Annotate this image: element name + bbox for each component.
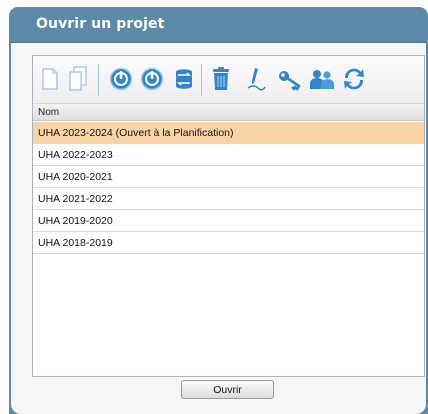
edit-button[interactable] [243,66,269,92]
pencil-icon [244,66,268,92]
project-name: UHA 2021-2022 [38,193,113,205]
activate-button[interactable] [108,66,134,92]
project-list-panel: Nom UHA 2023-2024 (Ouvert à la Planifica… [32,55,425,377]
project-row[interactable]: UHA 2023-2024 (Ouvert à la Planification… [33,122,424,144]
project-name: UHA 2020-2021 [38,171,113,183]
project-row[interactable]: UHA 2021-2022 [33,188,424,210]
project-row[interactable]: UHA 2022-2023 [33,144,424,166]
deactivate-button[interactable] [139,66,165,92]
project-row[interactable]: UHA 2020-2021 [33,166,424,188]
project-name: UHA 2019-2020 [38,215,113,227]
project-name: UHA 2018-2019 [38,237,113,249]
project-row[interactable]: UHA 2018-2019 [33,232,424,254]
users-icon [309,67,335,91]
project-list: UHA 2023-2024 (Ouvert à la Planification… [33,122,424,254]
project-name: UHA 2023-2024 (Ouvert à la Planification… [38,127,234,139]
toolbar-separator [98,64,99,96]
dialog-title: Ouvrir un projet [36,16,165,32]
project-name: UHA 2022-2023 [38,149,113,161]
toolbar [33,56,424,104]
trash-icon [210,66,232,92]
new-document-icon [40,67,60,91]
permissions-button[interactable] [277,66,303,92]
power-off-icon [140,67,164,91]
transfer-button[interactable] [171,66,197,92]
key-icon [277,67,303,91]
power-on-icon [109,67,133,91]
column-header-name[interactable]: Nom [33,104,424,121]
open-button[interactable]: Ouvrir [181,380,274,399]
column-header-label: Nom [38,107,60,118]
refresh-button[interactable] [341,66,367,92]
open-project-dialog: Ouvrir un projet Nom UHA 2023-2024 (Ouve… [9,7,428,414]
toolbar-separator [201,64,202,96]
refresh-icon [341,66,367,92]
users-button[interactable] [309,66,335,92]
copy-document-button[interactable] [65,66,91,92]
project-row[interactable]: UHA 2019-2020 [33,210,424,232]
database-transfer-icon [172,67,196,91]
dialog-body: Nom UHA 2023-2024 (Ouvert à la Planifica… [11,42,426,414]
new-document-button[interactable] [37,66,63,92]
delete-button[interactable] [208,66,234,92]
copy-document-icon [67,66,89,92]
